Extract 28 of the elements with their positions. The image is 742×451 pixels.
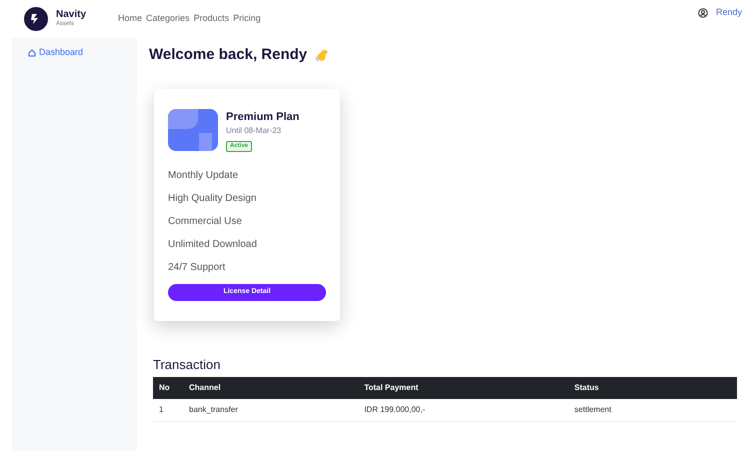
table-cell: settlement	[568, 399, 737, 422]
table-cell: IDR 199.000,00,-	[358, 399, 568, 422]
feature-text: 24/7 Support	[168, 261, 226, 275]
user-icon[interactable]	[698, 8, 708, 18]
table-cell: bank_transfer	[183, 399, 358, 422]
column-header: Channel	[183, 377, 358, 399]
nav-link[interactable]: Products	[194, 12, 230, 26]
plan-expiry: Until 08-Mar-23	[226, 125, 282, 137]
feature-text: Commercial Use	[168, 215, 243, 229]
plan-title: Premium Plan	[226, 110, 300, 124]
feature-text: Monthly Update	[168, 169, 240, 183]
transaction-title: Transaction	[153, 356, 222, 374]
feature-text: Unlimited Download	[168, 238, 258, 252]
column-header: Total Payment	[358, 377, 568, 399]
column-header: Status	[568, 377, 737, 399]
brand-name: Navity	[56, 10, 86, 20]
sidebar-item[interactable]: Dashboard	[28, 46, 84, 60]
feature-text: High Quality Design	[168, 192, 258, 206]
welcome-heading: Welcome back, Rendy	[149, 45, 308, 65]
table-cell: 1	[153, 399, 183, 422]
nav-link[interactable]: Pricing	[233, 12, 261, 26]
column-header: No	[153, 377, 183, 399]
logo-icon	[24, 7, 48, 31]
home-icon	[28, 48, 36, 57]
nav-link[interactable]: Home	[118, 12, 142, 26]
nav-link[interactable]: Categories	[146, 12, 190, 26]
plan-icon	[168, 108, 218, 150]
user-link[interactable]: Rendy	[716, 6, 742, 20]
